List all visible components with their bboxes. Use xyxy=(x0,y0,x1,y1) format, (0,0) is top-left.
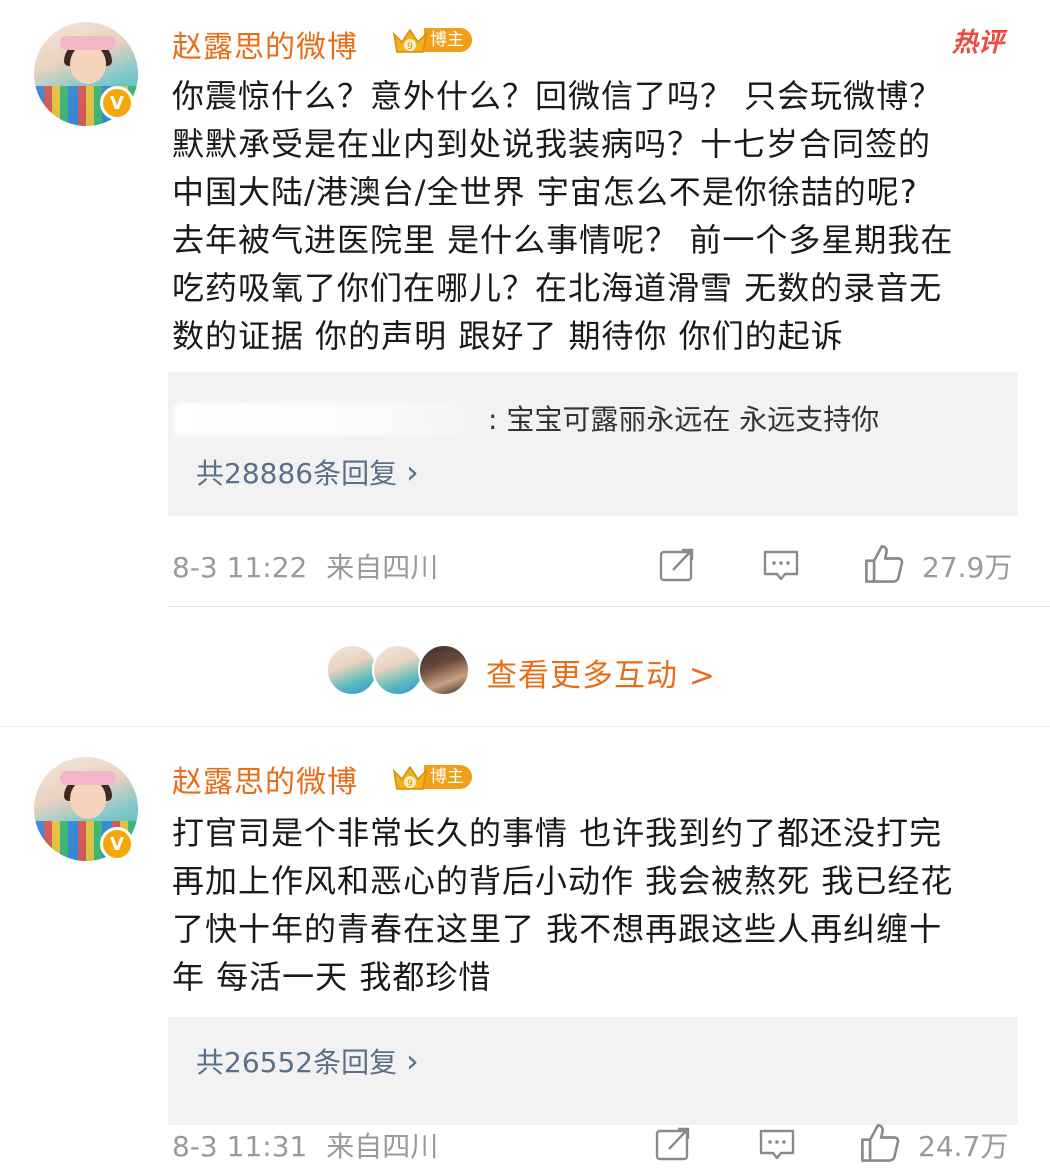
replies-box[interactable]: : 宝宝可露丽永远在 永远支持你 共28886条回复 › xyxy=(168,372,1018,516)
like-count: 27.9万 xyxy=(922,551,1013,584)
svg-text:9: 9 xyxy=(407,779,413,789)
comment-text: 打官司是个非常长久的事情 也许我到约了都还没打完 再加上作风和恶心的背后小动作 … xyxy=(172,814,954,996)
blurred-username xyxy=(174,402,494,436)
like-icon[interactable] xyxy=(862,542,906,586)
interactor-avatar xyxy=(372,644,424,696)
reply-count-link[interactable]: 共28886条回复 › xyxy=(196,452,419,492)
chevron-right-icon: › xyxy=(405,453,419,491)
interactor-avatar xyxy=(326,644,378,696)
interactor-avatar xyxy=(418,644,470,696)
comment-location: 来自四川 xyxy=(326,1130,439,1163)
like-icon[interactable] xyxy=(858,1121,902,1165)
blogger-label: 博主 xyxy=(424,28,472,52)
share-icon[interactable] xyxy=(654,1125,692,1163)
replies-box[interactable]: 共26552条回复 › xyxy=(168,1017,1018,1125)
comment-1: V 赵露思的微博 9 博主 热评 你震惊什么？意外什么？回微信了吗？ 只会玩微博… xyxy=(0,0,1050,640)
like-count: 24.7万 xyxy=(918,1130,1009,1163)
hot-comment-tag: 热评 xyxy=(951,28,1004,58)
comment-meta: 8-3 11:22 来自四川 xyxy=(172,546,438,586)
blogger-badge: 9 博主 xyxy=(390,24,482,56)
comment-icon[interactable] xyxy=(762,546,800,584)
username[interactable]: 赵露思的微博 xyxy=(172,757,358,801)
reply-count-link[interactable]: 共26552条回复 › xyxy=(196,1041,419,1081)
comment-date: 8-3 11:22 xyxy=(172,551,308,584)
more-interactions-row[interactable]: 查看更多互动 > xyxy=(0,640,1050,700)
crown-icon: 9 xyxy=(390,761,430,793)
verified-icon: V xyxy=(100,86,134,120)
comment-text: 你震惊什么？意外什么？回微信了吗？ 只会玩微博？ 默默承受是在业内到处说我装病吗… xyxy=(172,77,954,355)
more-interactions-link[interactable]: 查看更多互动 > xyxy=(486,650,716,695)
blogger-badge: 9 博主 xyxy=(390,761,482,793)
comment-meta: 8-3 11:31 来自四川 xyxy=(172,1125,438,1165)
comment-icon[interactable] xyxy=(758,1125,796,1163)
blogger-label: 博主 xyxy=(424,765,472,789)
comment-2: V 赵露思的微博 9 博主 打官司是个非常长久的事情 也许我到约了都还没打完 再… xyxy=(0,727,1050,1168)
comment-date: 8-3 11:31 xyxy=(172,1130,308,1163)
crown-icon: 9 xyxy=(390,24,430,56)
chevron-right-icon: › xyxy=(405,1042,419,1080)
verified-icon: V xyxy=(100,827,134,861)
svg-text:9: 9 xyxy=(407,42,413,52)
username[interactable]: 赵露思的微博 xyxy=(172,22,358,66)
reply-preview[interactable]: : 宝宝可露丽永远在 永远支持你 xyxy=(488,398,879,438)
divider xyxy=(168,606,1050,607)
comment-location: 来自四川 xyxy=(326,551,439,584)
share-icon[interactable] xyxy=(658,546,696,584)
